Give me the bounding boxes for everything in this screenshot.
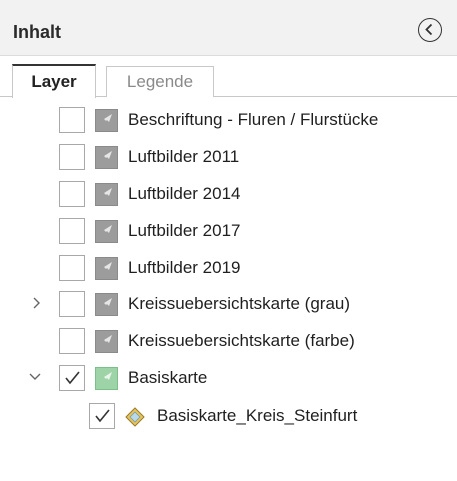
layer-label: Beschriftung - Fluren / Flurstücke <box>128 110 379 129</box>
panel-header: Inhalt <box>0 0 457 56</box>
layer-checkbox[interactable] <box>59 218 85 244</box>
layer-label: Basiskarte_Kreis_Steinfurt <box>157 406 358 425</box>
layer-checkbox[interactable] <box>59 328 85 354</box>
layer-checkbox-checked[interactable] <box>59 365 85 391</box>
layer-label: Luftbilder 2019 <box>128 258 241 277</box>
layer-row-basiskarte: Basiskarte <box>0 363 457 393</box>
diamond-layer-icon <box>125 407 145 427</box>
tab-legende-label: Legende <box>126 72 194 91</box>
layer-checkbox[interactable] <box>59 255 85 281</box>
tab-layer-label: Layer <box>31 72 77 91</box>
layer-label: Kreissuebersichtskarte (farbe) <box>128 331 355 350</box>
layer-label: Luftbilder 2014 <box>128 184 241 203</box>
layer-label: Luftbilder 2017 <box>128 221 241 240</box>
chevron-down-icon[interactable] <box>28 370 42 384</box>
layer-icon <box>95 257 118 280</box>
layer-icon <box>95 183 118 206</box>
layer-checkbox[interactable] <box>59 181 85 207</box>
layer-row-kreissuebersichtskarte-farbe: Kreissuebersichtskarte (farbe) <box>0 326 457 356</box>
layer-label: Basiskarte <box>128 368 208 387</box>
tab-legende[interactable]: Legende <box>106 66 214 97</box>
layer-icon <box>95 330 118 353</box>
layer-label: Luftbilder 2011 <box>128 147 240 166</box>
layer-row-luftbilder-2019: Luftbilder 2019 <box>0 253 457 283</box>
layer-icon <box>95 367 118 390</box>
chevron-left-circle-icon <box>425 23 433 36</box>
layer-checkbox[interactable] <box>59 291 85 317</box>
tab-bar: Layer Legende <box>0 64 457 98</box>
layer-checkbox[interactable] <box>59 107 85 133</box>
layer-checkbox-checked[interactable] <box>89 403 115 429</box>
layer-row-luftbilder-2017: Luftbilder 2017 <box>0 216 457 246</box>
layer-row-luftbilder-2014: Luftbilder 2014 <box>0 179 457 209</box>
layer-checkbox[interactable] <box>59 144 85 170</box>
tab-layer[interactable]: Layer <box>12 64 96 98</box>
panel-title: Inhalt <box>13 22 61 42</box>
collapse-panel-button[interactable] <box>418 18 442 42</box>
layer-icon <box>95 220 118 243</box>
checkmark-icon <box>95 409 110 423</box>
chevron-right-icon[interactable] <box>30 296 44 310</box>
layer-label: Kreissuebersichtskarte (grau) <box>128 294 351 313</box>
layer-row-luftbilder-2011: Luftbilder 2011 <box>0 142 457 172</box>
layer-row-basiskarte-kreis-steinfurt: Basiskarte_Kreis_Steinfurt <box>0 401 457 431</box>
layer-row-kreissuebersichtskarte-grau: Kreissuebersichtskarte (grau) <box>0 289 457 319</box>
layer-icon <box>95 293 118 316</box>
layer-row-beschriftung: Beschriftung - Fluren / Flurstücke <box>0 105 457 135</box>
layer-icon <box>95 146 118 169</box>
layer-icon <box>95 109 118 132</box>
checkmark-icon <box>65 371 80 385</box>
